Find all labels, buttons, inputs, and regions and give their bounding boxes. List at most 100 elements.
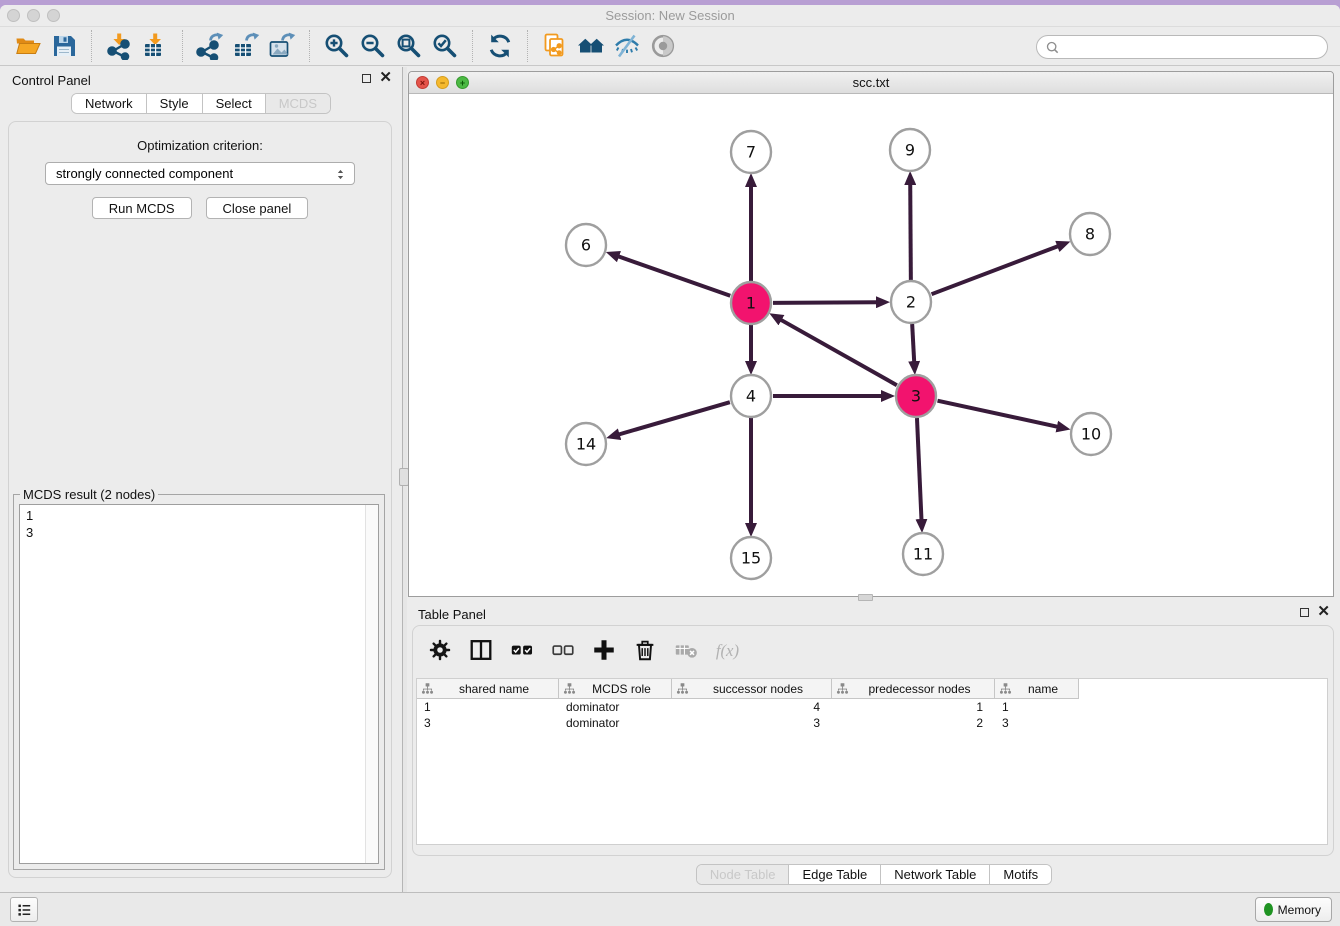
table-tab-motifs[interactable]: Motifs xyxy=(990,865,1051,884)
tab-network[interactable]: Network xyxy=(72,94,147,113)
mcds-result-textarea[interactable]: 13 xyxy=(19,504,379,864)
graph-node-6[interactable]: 6 xyxy=(566,224,606,266)
unselect-all-columns-button[interactable] xyxy=(548,635,578,665)
table-cell[interactable]: 3 xyxy=(672,716,832,730)
show-all-icon xyxy=(649,32,677,60)
table-cell[interactable]: 2 xyxy=(832,716,995,730)
close-panel-icon[interactable]: ✕ xyxy=(379,72,392,84)
zoom-selected-button[interactable] xyxy=(427,30,463,62)
close-table-panel-icon[interactable]: ✕ xyxy=(1317,606,1330,618)
run-mcds-button[interactable]: Run MCDS xyxy=(92,197,192,219)
graph-edge-3-10[interactable] xyxy=(937,401,1057,427)
zoom-fit-button[interactable] xyxy=(391,30,427,62)
status-bar: Memory xyxy=(0,892,1340,926)
graph-edge-3-11[interactable] xyxy=(917,418,922,520)
export-network-button[interactable] xyxy=(192,30,228,62)
show-all-button[interactable] xyxy=(645,30,681,62)
graph-edge-1-6[interactable] xyxy=(618,256,730,295)
graph-edge-1-2[interactable] xyxy=(773,302,877,303)
tab-mcds[interactable]: MCDS xyxy=(266,94,330,113)
table-tab-node-table[interactable]: Node Table xyxy=(697,865,790,884)
table-toolbar: f(x) xyxy=(425,634,742,666)
import-table-button[interactable] xyxy=(137,30,173,62)
graph-svg[interactable]: 7 9 6 8 1 2 4 3 14 10 15 11 xyxy=(409,94,1333,596)
graph-node-9[interactable]: 9 xyxy=(890,129,930,171)
table-row[interactable]: 3dominator323 xyxy=(417,715,1327,731)
tab-select[interactable]: Select xyxy=(203,94,266,113)
graph-node-3[interactable]: 3 xyxy=(896,375,936,417)
table-row[interactable]: 1dominator411 xyxy=(417,699,1327,715)
graph-node-10[interactable]: 10 xyxy=(1071,413,1111,455)
export-network-icon xyxy=(196,32,224,60)
column-header-shared-name[interactable]: shared name xyxy=(417,679,559,698)
table-tab-edge-table[interactable]: Edge Table xyxy=(789,865,881,884)
open-session-button[interactable] xyxy=(10,30,46,62)
zoom-out-button[interactable] xyxy=(355,30,391,62)
import-network-button[interactable] xyxy=(101,30,137,62)
go-home-icon xyxy=(577,32,605,60)
graph-node-4[interactable]: 4 xyxy=(731,375,771,417)
minimize-window-button[interactable] xyxy=(27,9,40,22)
float-table-panel-icon[interactable] xyxy=(1300,608,1309,617)
export-table-button[interactable] xyxy=(228,30,264,62)
show-columns-button[interactable] xyxy=(466,635,496,665)
table-cell[interactable]: 1 xyxy=(995,700,1079,714)
table-cell[interactable]: 3 xyxy=(417,716,559,730)
add-row-button[interactable] xyxy=(589,635,619,665)
table-options-button[interactable] xyxy=(425,635,455,665)
table-cell[interactable]: dominator xyxy=(559,716,672,730)
main-content: Control Panel ✕ NetworkStyleSelectMCDS O… xyxy=(0,67,1340,892)
save-session-button[interactable] xyxy=(46,30,82,62)
column-header-mcds-role[interactable]: MCDS role xyxy=(559,679,672,698)
table-cell[interactable]: dominator xyxy=(559,700,672,714)
graph-edge-4-14[interactable] xyxy=(619,402,730,434)
graph-edge-3-1[interactable] xyxy=(781,320,897,386)
table-cell[interactable]: 3 xyxy=(995,716,1079,730)
result-scrollbar[interactable] xyxy=(365,505,378,863)
export-image-button[interactable] xyxy=(264,30,300,62)
tab-style[interactable]: Style xyxy=(147,94,203,113)
table-tab-network-table[interactable]: Network Table xyxy=(881,865,990,884)
task-history-button[interactable] xyxy=(10,897,38,922)
close-panel-button[interactable]: Close panel xyxy=(206,197,309,219)
network-close-button[interactable]: × xyxy=(416,76,429,89)
horizontal-splitter-grip[interactable] xyxy=(858,594,873,601)
delete-row-button[interactable] xyxy=(630,635,660,665)
toolbar-separator xyxy=(309,30,310,62)
column-header-predecessor-nodes[interactable]: predecessor nodes xyxy=(832,679,995,698)
network-zoom-button[interactable]: + xyxy=(456,76,469,89)
network-minimize-button[interactable]: − xyxy=(436,76,449,89)
zoom-window-button[interactable] xyxy=(47,9,60,22)
graph-node-15[interactable]: 15 xyxy=(731,537,771,579)
mcds-result-group: MCDS result (2 nodes) 13 xyxy=(13,494,385,870)
search-field[interactable] xyxy=(1036,35,1328,59)
table-cell[interactable]: 1 xyxy=(832,700,995,714)
graph-node-14[interactable]: 14 xyxy=(566,423,606,465)
graph-node-8[interactable]: 8 xyxy=(1070,213,1110,255)
float-panel-icon[interactable] xyxy=(362,74,371,83)
graph-node-7[interactable]: 7 xyxy=(731,131,771,173)
table-cell[interactable]: 1 xyxy=(417,700,559,714)
graph-node-1[interactable]: 1 xyxy=(731,282,771,324)
svg-text:14: 14 xyxy=(576,435,596,454)
column-header-name[interactable]: name xyxy=(995,679,1079,698)
zoom-in-button[interactable] xyxy=(319,30,355,62)
column-header-successor-nodes[interactable]: successor nodes xyxy=(672,679,832,698)
graph-edge-2-3[interactable] xyxy=(912,324,914,362)
graph-node-2[interactable]: 2 xyxy=(891,281,931,323)
memory-button[interactable]: Memory xyxy=(1255,897,1332,922)
close-window-button[interactable] xyxy=(7,9,20,22)
search-input[interactable] xyxy=(1060,38,1327,56)
table-cell[interactable]: 4 xyxy=(672,700,832,714)
clone-network-button[interactable] xyxy=(537,30,573,62)
table-tabs: Node TableEdge TableNetwork TableMotifs xyxy=(696,864,1052,885)
refresh-layout-button[interactable] xyxy=(482,30,518,62)
select-all-columns-button[interactable] xyxy=(507,635,537,665)
graph-node-11[interactable]: 11 xyxy=(903,533,943,575)
graph-edge-2-8[interactable] xyxy=(932,246,1059,294)
go-home-button[interactable] xyxy=(573,30,609,62)
hide-selected-button[interactable] xyxy=(609,30,645,62)
graph-edge-2-9[interactable] xyxy=(910,184,911,280)
network-canvas[interactable]: 7 9 6 8 1 2 4 3 14 10 15 11 xyxy=(409,94,1333,596)
criterion-select[interactable]: strongly connected component xyxy=(45,162,355,185)
